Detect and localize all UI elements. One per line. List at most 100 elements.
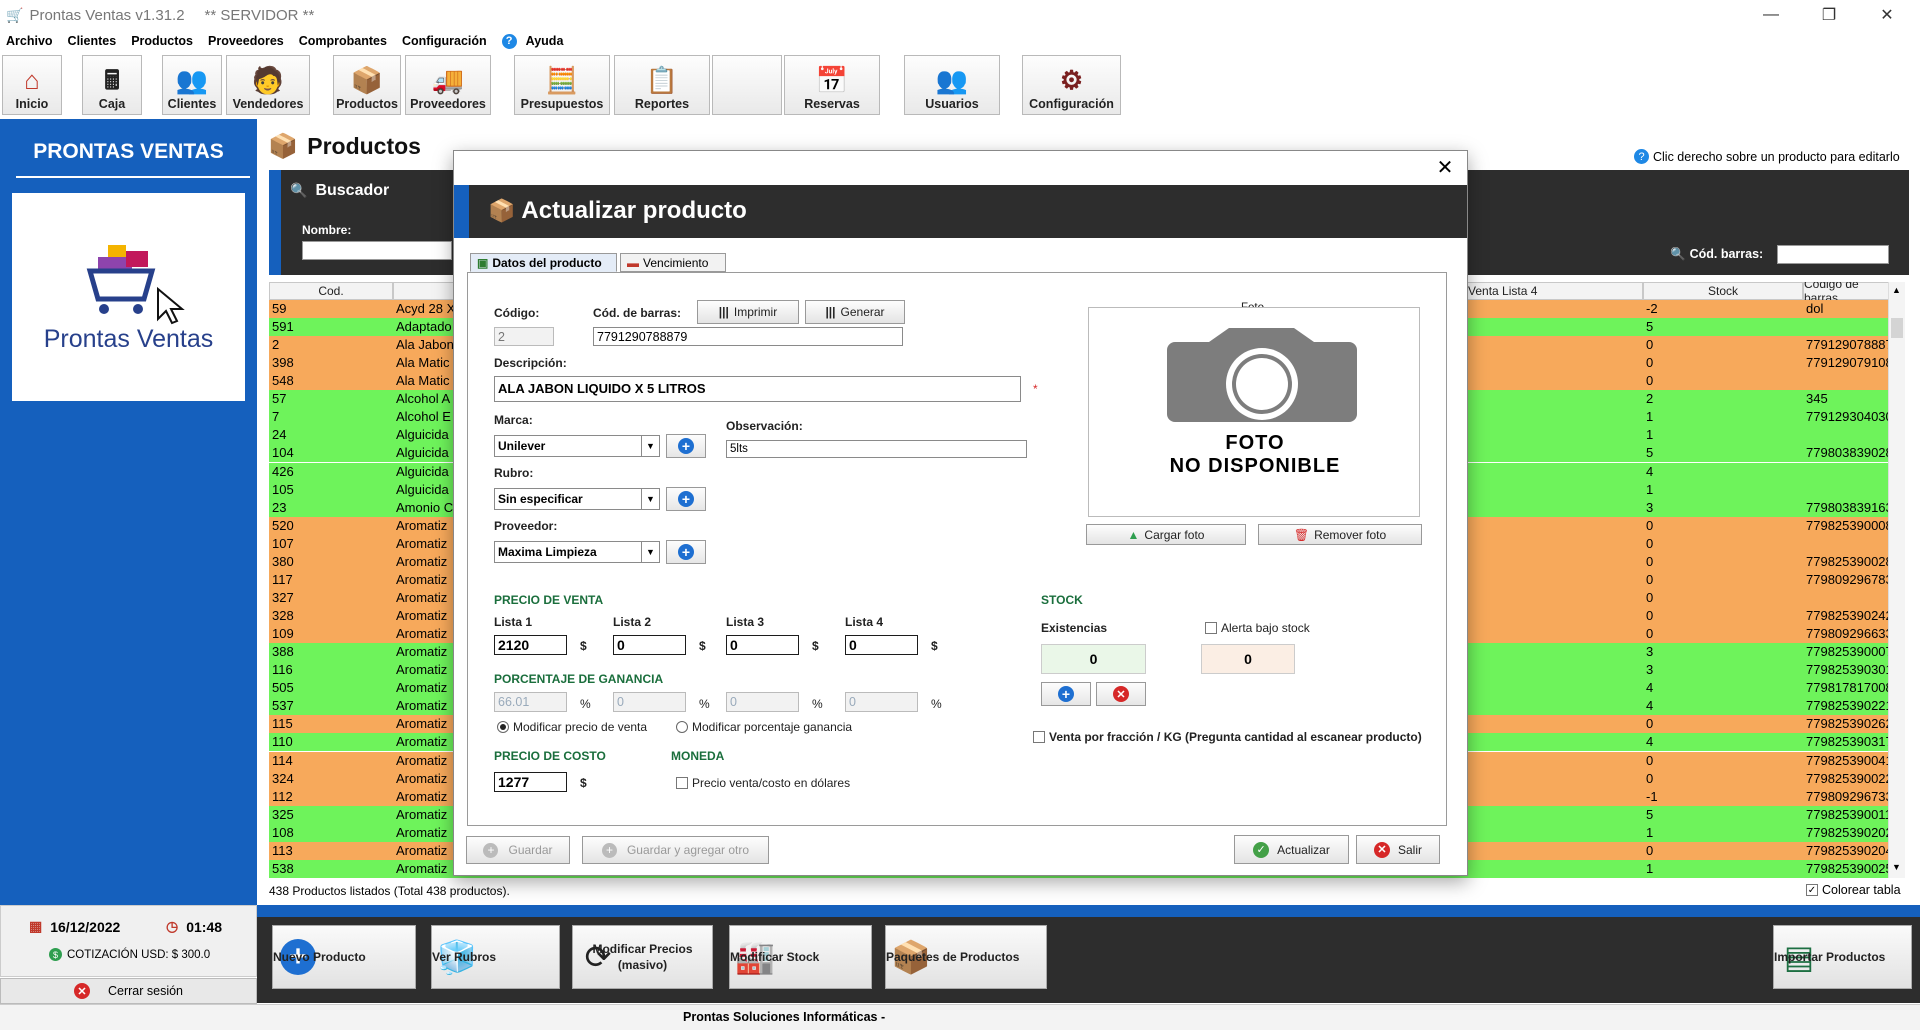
remover-foto-button[interactable]: 🗑 Remover foto — [1258, 524, 1422, 545]
barcode-search-input[interactable] — [1777, 245, 1889, 264]
menu-comprobantes[interactable]: Comprobantes — [299, 34, 387, 48]
paquetes-productos-button[interactable]: 📦 Paquetes de Productos — [885, 925, 1047, 989]
cash-register-icon: 🖩 — [104, 65, 120, 95]
remove-stock-button[interactable]: ✕ — [1096, 682, 1146, 706]
brand-divider — [16, 176, 250, 178]
toolbar-usuarios[interactable]: 👥 Usuarios — [904, 55, 1000, 115]
toolbar-inicio[interactable]: ⌂ Inicio — [2, 55, 62, 115]
close-icon: ✕ — [1373, 841, 1390, 858]
porcentaje-lista2-field[interactable]: 0 — [613, 692, 686, 712]
remove-icon: ✕ — [1113, 686, 1129, 702]
modificar-stock-button[interactable]: 🏭 Modificar Stock — [729, 925, 872, 989]
cell-cod: 117 — [272, 571, 293, 587]
toolbar-reportes[interactable]: 📋 Reportes — [614, 55, 710, 115]
radio-modificar-porcentaje[interactable]: Modificar porcentaje ganancia — [676, 720, 852, 734]
cell-cod: 505 — [272, 680, 294, 696]
toolbar-empty[interactable] — [712, 55, 782, 115]
add-stock-button[interactable]: + — [1041, 682, 1091, 706]
close-window-button[interactable]: ✕ — [1858, 0, 1916, 30]
precio-costo-field[interactable]: 1277 — [494, 772, 567, 792]
cell-stock: 4 — [1646, 680, 1654, 696]
nuevo-producto-button[interactable]: + Nuevo Producto — [272, 925, 416, 989]
toolbar-productos[interactable]: 📦 Productos — [333, 55, 401, 115]
actualizar-button[interactable]: ✓ Actualizar — [1234, 835, 1349, 864]
guardar-agregar-button[interactable]: + Guardar y agregar otro — [582, 836, 769, 864]
maximize-button[interactable]: ❐ — [1800, 0, 1858, 30]
toolbar-presupuestos[interactable]: 🧮 Presupuestos — [514, 55, 610, 115]
menu-clientes[interactable]: Clientes — [68, 34, 117, 48]
cell-cod: 116 — [272, 662, 293, 678]
table-scrollbar[interactable]: ▲ ▼ — [1888, 282, 1905, 878]
footer: Prontas Soluciones Informáticas - — [0, 1004, 1920, 1030]
menu-archivo[interactable]: Archivo — [6, 34, 53, 48]
nombre-input[interactable] — [302, 241, 452, 260]
cargar-foto-button[interactable]: ▲ Cargar foto — [1086, 524, 1246, 545]
porcentaje-lista3-field[interactable]: 0 — [726, 692, 799, 712]
add-rubro-button[interactable]: + — [666, 487, 706, 511]
observacion-field[interactable]: 5lts — [726, 440, 1027, 458]
menu-ayuda[interactable]: ? Ayuda — [501, 33, 563, 49]
add-marca-button[interactable]: + — [666, 434, 706, 458]
rubro-select[interactable]: Sin especificar ▼ — [494, 488, 660, 510]
dialog-close-icon[interactable]: ✕ — [1430, 155, 1460, 181]
radio-modificar-precio[interactable]: Modificar precio de venta — [497, 720, 647, 734]
importar-productos-button[interactable]: ▤ Importar Productos — [1773, 925, 1912, 989]
logout-button[interactable]: ✕ Cerrar sesión — [0, 978, 257, 1004]
barcode-field[interactable]: 7791290788879 — [593, 327, 903, 346]
dolares-checkbox[interactable]: Precio venta/costo en dólares — [676, 776, 850, 790]
precio-lista4-field[interactable]: 0 — [845, 635, 918, 655]
proveedor-select[interactable]: Maxima Limpieza ▼ — [494, 541, 660, 563]
precio-lista3-field[interactable]: 0 — [726, 635, 799, 655]
venta-fraccion-checkbox[interactable]: Venta por fracción / KG (Pregunta cantid… — [1033, 730, 1422, 744]
current-time: 01:48 — [186, 918, 223, 935]
required-mark: * — [1033, 382, 1038, 396]
precio-lista1-field[interactable]: 2120 — [494, 635, 567, 655]
tab-vencimiento[interactable]: ▬ Vencimiento — [620, 253, 726, 272]
precio-lista2-field[interactable]: 0 — [613, 635, 686, 655]
col-header-cod[interactable]: Cod. — [269, 282, 393, 300]
salir-button[interactable]: ✕ Salir — [1356, 835, 1440, 864]
generar-button[interactable]: ||| Generar — [805, 300, 905, 324]
cell-cod: 104 — [272, 445, 294, 461]
menu-proveedores[interactable]: Proveedores — [208, 34, 284, 48]
menu-bar: Archivo Clientes Productos Proveedores C… — [0, 30, 1920, 52]
porcentaje-lista4-field[interactable]: 0 — [845, 692, 918, 712]
modificar-precios-button[interactable]: ⟳ Modificar Precios (masivo) — [572, 925, 713, 989]
toolbar-proveedores[interactable]: 🚚 Proveedores — [405, 55, 491, 115]
toolbar-caja[interactable]: 🖩 Caja — [82, 55, 142, 115]
products-icon: 📦 — [350, 65, 384, 95]
alerta-bajo-stock-checkbox[interactable]: Alerta bajo stock — [1205, 621, 1310, 635]
cell-cod: 426 — [272, 463, 294, 479]
alerta-stock-field[interactable]: 0 — [1201, 644, 1295, 674]
porcentaje-lista1-field[interactable]: 66.01 — [494, 692, 567, 712]
toolbar-vendedores[interactable]: 🧑 Vendedores — [226, 55, 310, 115]
col-header-lista4[interactable]: Venta Lista 4 — [1464, 282, 1643, 300]
toolbar-configuracion[interactable]: ⚙ Configuración — [1022, 55, 1121, 115]
guardar-button[interactable]: + Guardar — [466, 836, 570, 864]
scroll-thumb[interactable] — [1891, 318, 1903, 338]
tab-datos-producto[interactable]: ▣ Datos del producto — [470, 253, 617, 272]
existencias-field[interactable]: 0 — [1041, 644, 1146, 674]
toolbar-clientes[interactable]: 👥 Clientes — [162, 55, 222, 115]
col-header-barcode[interactable]: Código de barras — [1803, 282, 1888, 305]
observacion-label: Observación: — [726, 419, 803, 433]
marca-select[interactable]: Unilever ▼ — [494, 435, 660, 457]
cell-cod: 380 — [272, 553, 294, 569]
menu-configuracion[interactable]: Configuración — [402, 34, 487, 48]
ver-rubros-button[interactable]: 🧊 Ver Rubros — [431, 925, 560, 989]
descripcion-field[interactable]: ALA JABON LIQUIDO X 5 LITROS — [494, 376, 1021, 402]
scroll-up-icon[interactable]: ▲ — [1892, 285, 1901, 295]
add-proveedor-button[interactable]: + — [666, 540, 706, 564]
cell-stock: 0 — [1646, 337, 1654, 353]
minimize-button[interactable]: — — [1742, 0, 1800, 30]
imprimir-button[interactable]: ||| Imprimir — [697, 300, 799, 324]
check-icon: ✓ — [1806, 884, 1818, 896]
menu-productos[interactable]: Productos — [131, 34, 193, 48]
col-header-stock[interactable]: Stock — [1643, 282, 1803, 300]
colorear-tabla-checkbox[interactable]: ✓ Colorear tabla — [1806, 883, 1901, 897]
toolbar: ⌂ Inicio 🖩 Caja 👥 Clientes 🧑 Vendedores 📦 Pro… — [0, 54, 1920, 118]
toolbar-reservas[interactable]: 📅 Reservas — [784, 55, 880, 115]
scroll-down-icon[interactable]: ▼ — [1892, 862, 1901, 872]
codigo-field[interactable]: 2 — [494, 327, 554, 346]
app-icon: 🛒 — [6, 6, 24, 23]
